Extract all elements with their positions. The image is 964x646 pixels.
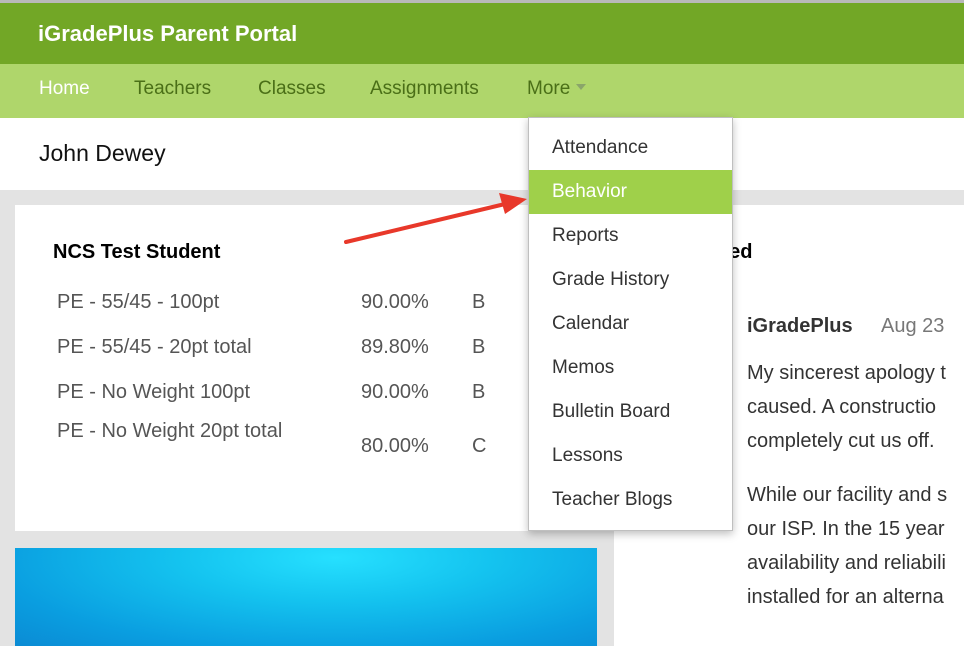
grade-class: PE - No Weight 100pt [57,381,251,403]
menu-item-teacher-blogs[interactable]: Teacher Blogs [529,478,732,522]
menu-item-grade-history[interactable]: Grade History [529,258,732,302]
grade-class: PE - No Weight 20pt total [57,420,283,442]
menu-item-attendance[interactable]: Attendance [529,126,732,170]
post-line: availability and reliabili [747,552,946,574]
grade-letter: B [472,291,486,313]
nav-teachers[interactable]: Teachers [134,78,211,100]
app-title: iGradePlus Parent Portal [38,21,298,46]
grades-title: NCS Test Student [53,241,221,263]
menu-item-bulletin-board[interactable]: Bulletin Board [529,390,732,434]
grade-percent: 89.80% [361,336,429,358]
student-name: John Dewey [39,140,166,166]
post-author[interactable]: iGradePlus [747,315,853,338]
nav-assignments[interactable]: Assignments [370,78,479,100]
nav-more-label: More [527,78,571,99]
main-nav: Home Teachers Classes Assignments More [0,64,964,118]
app-header: iGradePlus Parent Portal [0,0,964,64]
post-date: Aug 23 [881,315,945,337]
post-line: installed for an alterna [747,586,944,608]
grades-card: NCS Test Student PE - 55/45 - 100pt 90.0… [15,205,614,531]
post-line: My sincerest apology t [747,362,946,384]
more-dropdown-menu: Attendance Behavior Reports Grade Histor… [528,117,733,531]
nav-more[interactable]: More [527,78,587,100]
menu-item-behavior[interactable]: Behavior [529,170,732,214]
grade-percent: 80.00% [361,435,429,457]
post-line: While our facility and s [747,484,948,506]
student-bar: John Dewey [0,118,964,190]
grade-letter: B [472,336,486,358]
grade-class: PE - 55/45 - 20pt total [57,336,252,358]
menu-item-calendar[interactable]: Calendar [529,302,732,346]
caret-down-icon [576,84,587,90]
grade-letter: B [472,381,486,403]
post-line: caused. A constructio [747,396,937,418]
banner-image [15,548,597,646]
grade-class: PE - 55/45 - 100pt [57,291,220,313]
post-line: our ISP. In the 15 year [747,518,945,540]
grade-percent: 90.00% [361,291,429,313]
nav-classes[interactable]: Classes [258,78,326,100]
grade-letter: C [472,435,487,457]
grade-percent: 90.00% [361,381,429,403]
menu-item-lessons[interactable]: Lessons [529,434,732,478]
menu-item-memos[interactable]: Memos [529,346,732,390]
nav-home[interactable]: Home [39,78,90,100]
post-line: completely cut us off. [747,430,935,452]
menu-item-reports[interactable]: Reports [529,214,732,258]
